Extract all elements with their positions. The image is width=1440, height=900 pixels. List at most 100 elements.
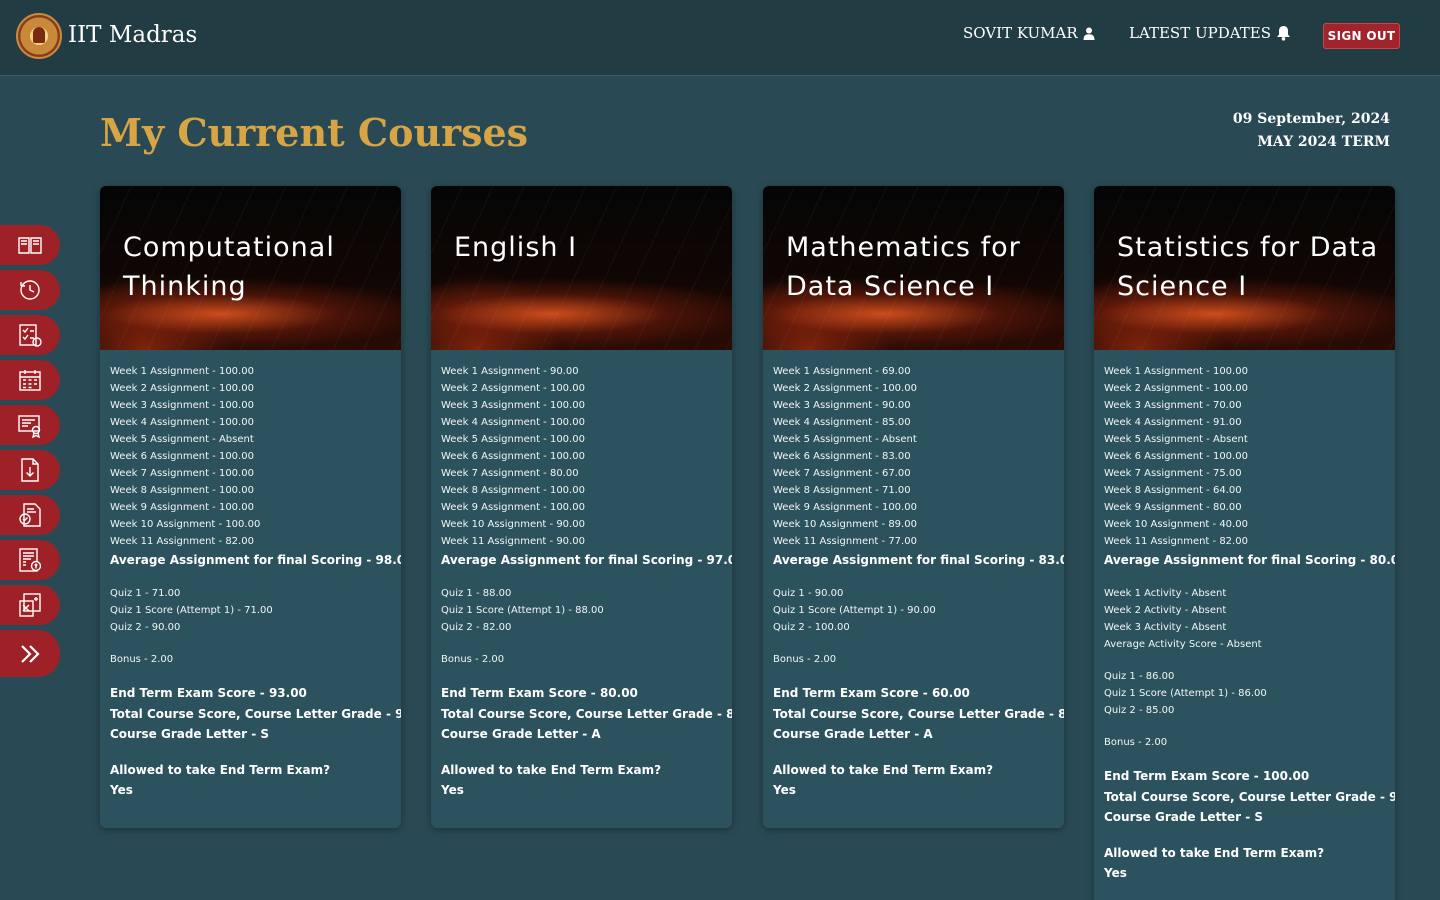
end-term-eligibility-value: Yes	[110, 783, 133, 797]
average-assignment: Average Assignment for final Scoring - 8…	[773, 553, 1064, 567]
assignment-score: Week 5 Assignment - Absent	[110, 434, 254, 445]
book-icon	[18, 237, 42, 254]
expand-icon	[21, 644, 40, 663]
quiz-score: Quiz 1 - 88.00	[441, 588, 512, 599]
quiz-score: Quiz 1 Score (Attempt 1) - 90.00	[773, 605, 936, 616]
date-term-block: 09 September, 2024 MAY 2024 TERM	[1233, 108, 1390, 154]
course-scores: Week 1 Assignment - 100.00 Week 2 Assign…	[1094, 350, 1395, 898]
invoice-icon	[19, 548, 42, 572]
sidebar-item-documents[interactable]	[0, 495, 60, 535]
user-icon	[1083, 27, 1095, 40]
course-card-statistics-i[interactable]: Statistics for Data Science I Week 1 Ass…	[1094, 186, 1395, 900]
quiz-score: Quiz 2 - 90.00	[110, 622, 181, 633]
course-card-mathematics-i[interactable]: Mathematics for Data Science I Week 1 As…	[763, 186, 1064, 828]
assignment-score: Week 10 Assignment - 90.00	[441, 519, 585, 530]
assignment-score: Week 9 Assignment - 100.00	[110, 502, 254, 513]
current-term: MAY 2024 TERM	[1257, 134, 1390, 150]
course-title[interactable]: English I	[454, 228, 718, 267]
assignment-score: Week 8 Assignment - 64.00	[1104, 485, 1242, 496]
user-name: SOVIT KUMAR	[963, 24, 1078, 42]
assignment-score: Week 5 Assignment - Absent	[773, 434, 917, 445]
quiz-score: Quiz 1 - 90.00	[773, 588, 844, 599]
assignment-score: Week 1 Assignment - 100.00	[1104, 366, 1248, 377]
current-date: 09 September, 2024	[1232, 111, 1390, 127]
assignment-score: Week 6 Assignment - 100.00	[441, 451, 585, 462]
sidebar-item-downloads[interactable]	[0, 450, 60, 490]
bonus-score: Bonus - 2.00	[441, 654, 505, 665]
course-grade-letter: Course Grade Letter - S	[110, 727, 270, 741]
assignment-score: Week 1 Assignment - 69.00	[773, 366, 911, 377]
assignment-score: Week 4 Assignment - 100.00	[441, 417, 585, 428]
course-card-english-i[interactable]: English I Week 1 Assignment - 90.00 Week…	[431, 186, 732, 828]
assignment-list: Week 1 Assignment - 100.00 Week 2 Assign…	[110, 363, 391, 550]
sidebar-item-courses[interactable]	[0, 225, 60, 265]
course-scores: Week 1 Assignment - 90.00 Week 2 Assignm…	[431, 350, 732, 815]
assignment-score: Week 10 Assignment - 89.00	[773, 519, 917, 530]
document-settings-icon	[19, 503, 41, 527]
assignment-score: Week 7 Assignment - 100.00	[110, 468, 254, 479]
bonus-score: Bonus - 2.00	[773, 654, 837, 665]
end-term-score: End Term Exam Score - 80.00	[441, 686, 638, 700]
bell-icon	[1276, 26, 1290, 41]
course-title[interactable]: Statistics for Data Science I	[1117, 228, 1381, 306]
assignment-score: Week 11 Assignment - 82.00	[1104, 536, 1248, 547]
assignment-score: Week 10 Assignment - 40.00	[1104, 519, 1248, 530]
total-course-score: Total Course Score, Course Letter Grade …	[110, 706, 401, 721]
end-term-score: End Term Exam Score - 60.00	[773, 686, 970, 700]
checklist-icon	[19, 324, 42, 347]
iitm-logo-icon[interactable]	[16, 13, 62, 59]
calculator-icon	[19, 593, 41, 617]
sidebar-item-calculator[interactable]	[0, 585, 60, 625]
course-card-header: English I	[431, 186, 732, 350]
course-title[interactable]: Computational Thinking	[123, 228, 387, 306]
assignment-score: Week 2 Assignment - 100.00	[110, 383, 254, 394]
end-term-eligibility-label: Allowed to take End Term Exam?	[773, 762, 994, 777]
user-menu[interactable]: SOVIT KUMAR	[963, 24, 1095, 42]
assignment-score: Week 2 Assignment - 100.00	[441, 383, 585, 394]
course-title[interactable]: Mathematics for Data Science I	[786, 228, 1050, 306]
sidebar-expand-button[interactable]	[0, 630, 60, 677]
sidebar-item-history[interactable]	[0, 270, 60, 310]
assignment-score: Week 6 Assignment - 83.00	[773, 451, 911, 462]
sign-out-button[interactable]: SIGN OUT	[1323, 23, 1400, 49]
course-card-computational-thinking[interactable]: Computational Thinking Week 1 Assignment…	[100, 186, 401, 828]
quiz-score: Quiz 2 - 85.00	[1104, 705, 1175, 716]
course-grade-letter: Course Grade Letter - A	[441, 727, 601, 741]
sidebar-item-calendar[interactable]	[0, 360, 60, 400]
latest-updates-link[interactable]: LATEST UPDATES	[1129, 24, 1291, 42]
end-term-eligibility-value: Yes	[441, 783, 464, 797]
sidebar-item-checklist[interactable]	[0, 315, 60, 355]
assignment-score: Week 2 Assignment - 100.00	[1104, 383, 1248, 394]
assignment-score: Week 4 Assignment - 85.00	[773, 417, 911, 428]
sidebar-item-certificate[interactable]	[0, 405, 60, 445]
assignment-score: Week 9 Assignment - 80.00	[1104, 502, 1242, 513]
end-term-eligibility-value: Yes	[1104, 866, 1127, 880]
assignment-score: Week 10 Assignment - 100.00	[110, 519, 261, 530]
total-course-score: Total Course Score, Course Letter Grade …	[773, 706, 1064, 721]
quiz-score: Quiz 1 - 86.00	[1104, 671, 1175, 682]
brand-name[interactable]: IIT Madras	[68, 22, 197, 48]
assignment-score: Week 2 Assignment - 100.00	[773, 383, 917, 394]
certificate-icon	[18, 415, 41, 438]
end-term-eligibility-label: Allowed to take End Term Exam?	[1104, 845, 1325, 860]
assignment-score: Week 4 Assignment - 91.00	[1104, 417, 1242, 428]
assignment-score: Week 7 Assignment - 80.00	[441, 468, 579, 479]
course-grade-letter: Course Grade Letter - A	[773, 727, 933, 741]
assignment-score: Week 3 Assignment - 100.00	[441, 400, 585, 411]
end-term-eligibility-label: Allowed to take End Term Exam?	[110, 762, 331, 777]
assignment-score: Week 3 Assignment - 100.00	[110, 400, 254, 411]
sidebar-item-payments[interactable]	[0, 540, 60, 580]
course-card-header: Statistics for Data Science I	[1094, 186, 1395, 350]
assignment-score: Week 3 Assignment - 90.00	[773, 400, 911, 411]
assignment-list: Week 1 Assignment - 100.00 Week 2 Assign…	[1104, 363, 1385, 550]
assignment-score: Week 11 Assignment - 77.00	[773, 536, 917, 547]
quiz-score: Quiz 1 Score (Attempt 1) - 86.00	[1104, 688, 1267, 699]
total-course-score: Total Course Score, Course Letter Grade …	[1104, 789, 1395, 804]
end-term-eligibility-value: Yes	[773, 783, 796, 797]
activity-score: Week 2 Activity - Absent	[1104, 605, 1227, 616]
top-navbar: IIT Madras SOVIT KUMAR LATEST UPDATES SI…	[0, 0, 1440, 76]
assignment-score: Week 11 Assignment - 90.00	[441, 536, 585, 547]
assignment-score: Week 11 Assignment - 82.00	[110, 536, 254, 547]
activity-score: Week 3 Activity - Absent	[1104, 622, 1227, 633]
quiz-score: Quiz 2 - 100.00	[773, 622, 850, 633]
